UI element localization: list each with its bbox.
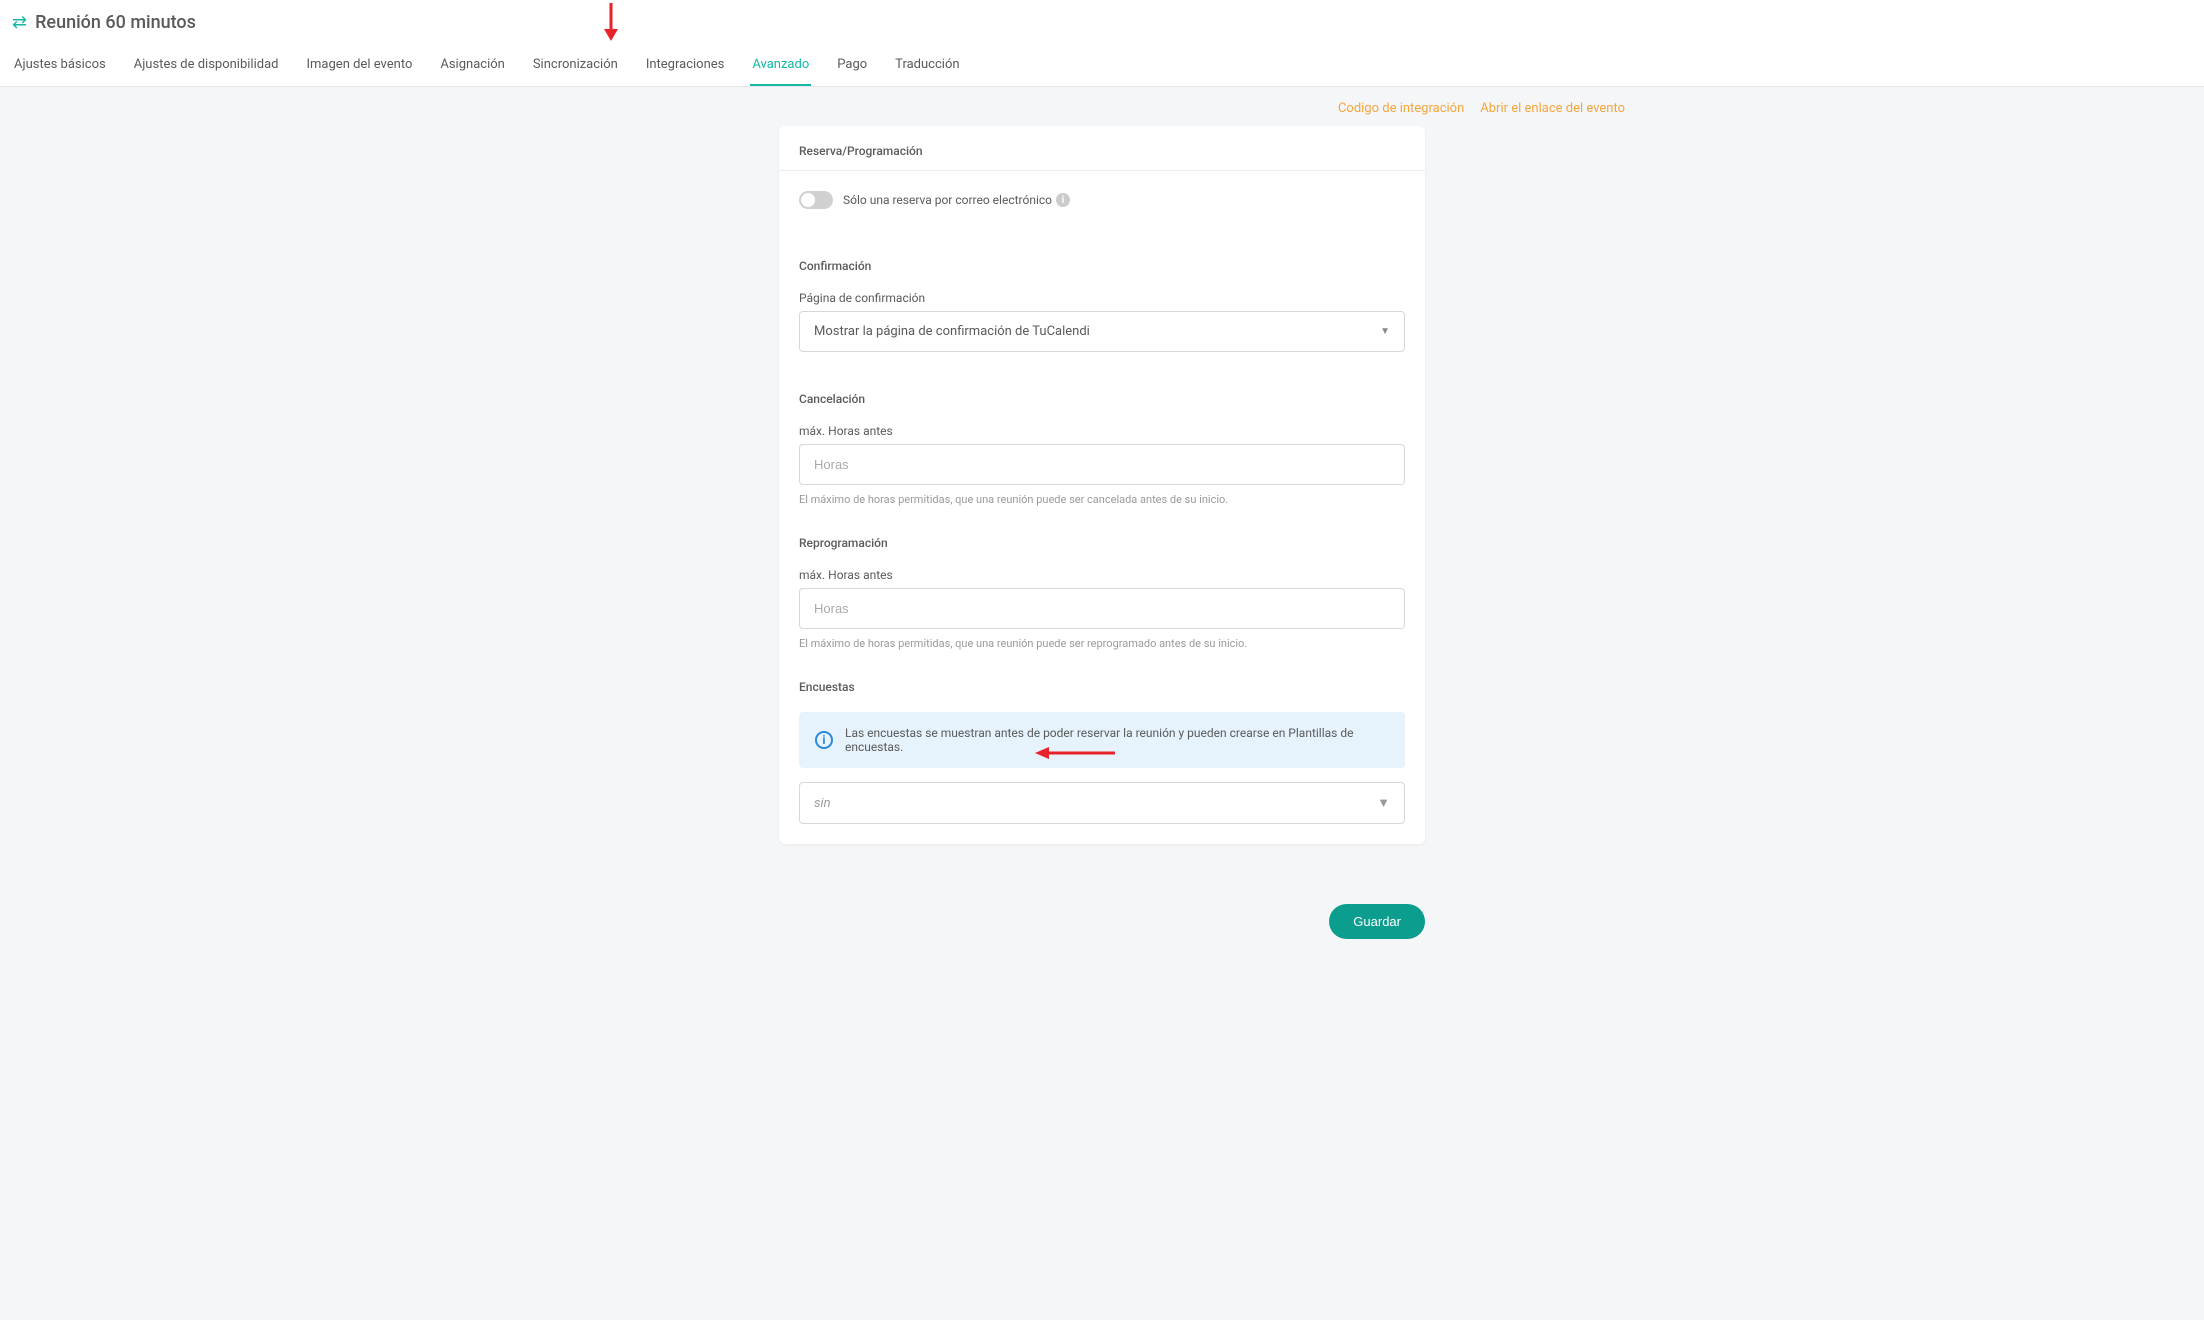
reschedule-max-hours-label: máx. Horas antes: [779, 558, 1425, 588]
info-circle-icon: i: [815, 731, 833, 749]
link-integration-code[interactable]: Codigo de integración: [1338, 101, 1464, 116]
section-surveys-heading: Encuestas: [779, 650, 1425, 702]
tab-sync[interactable]: Sincronización: [531, 47, 620, 86]
save-button[interactable]: Guardar: [1329, 904, 1425, 939]
info-icon[interactable]: i: [1056, 193, 1070, 207]
confirmation-page-label: Página de confirmación: [779, 281, 1425, 311]
confirmation-page-value: Mostrar la página de confirmación de TuC…: [814, 324, 1090, 339]
surveys-select-value: sin: [814, 796, 831, 811]
cancel-max-hours-label: máx. Horas antes: [779, 414, 1425, 444]
tab-advanced[interactable]: Avanzado: [750, 47, 811, 86]
tab-integrations[interactable]: Integraciones: [644, 47, 727, 86]
settings-card: Reserva/Programación Sólo una reserva po…: [779, 126, 1425, 844]
page-title: Reunión 60 minutos: [35, 12, 196, 33]
top-links: Codigo de integración Abrir el enlace de…: [579, 87, 1625, 126]
section-cancellation-heading: Cancelación: [779, 352, 1425, 414]
surveys-info-text: Las encuestas se muestran antes de poder…: [845, 726, 1389, 754]
tabs: Ajustes básicos Ajustes de disponibilida…: [12, 39, 2192, 86]
section-reschedule-heading: Reprogramación: [779, 506, 1425, 558]
surveys-select[interactable]: sin ▼: [799, 782, 1405, 824]
reschedule-hours-input[interactable]: [814, 601, 1390, 616]
cancel-hours-input[interactable]: [814, 457, 1390, 472]
link-open-event[interactable]: Abrir el enlace del evento: [1480, 101, 1625, 116]
section-confirmation-heading: Confirmación: [779, 219, 1425, 281]
toggle-one-booking-per-email[interactable]: [799, 191, 833, 209]
chevron-down-icon: ▼: [1377, 795, 1390, 811]
cancel-hours-input-wrapper: [799, 444, 1405, 485]
tab-assignment[interactable]: Asignación: [438, 47, 506, 86]
swap-icon: ⇄: [12, 12, 27, 33]
tab-event-image[interactable]: Imagen del evento: [305, 47, 415, 86]
toggle-one-booking-text: Sólo una reserva por correo electrónico: [843, 193, 1052, 207]
tab-payment[interactable]: Pago: [835, 47, 869, 86]
tab-basic[interactable]: Ajustes básicos: [12, 47, 108, 86]
chevron-down-icon: ▼: [1380, 326, 1390, 337]
surveys-info-banner: i Las encuestas se muestran antes de pod…: [799, 712, 1405, 768]
tab-translation[interactable]: Traducción: [893, 47, 961, 86]
footer-actions: Guardar: [779, 904, 1425, 969]
section-booking-heading: Reserva/Programación: [779, 126, 1425, 171]
reschedule-hours-input-wrapper: [799, 588, 1405, 629]
toggle-one-booking-label: Sólo una reserva por correo electrónico …: [843, 193, 1070, 207]
reschedule-help-text: El máximo de horas permitidas, que una r…: [779, 629, 1425, 650]
confirmation-page-select[interactable]: Mostrar la página de confirmación de TuC…: [799, 311, 1405, 352]
tab-availability[interactable]: Ajustes de disponibilidad: [132, 47, 281, 86]
cancel-help-text: El máximo de horas permitidas, que una r…: [779, 485, 1425, 506]
header: ⇄ Reunión 60 minutos Ajustes básicos Aju…: [0, 0, 2204, 87]
